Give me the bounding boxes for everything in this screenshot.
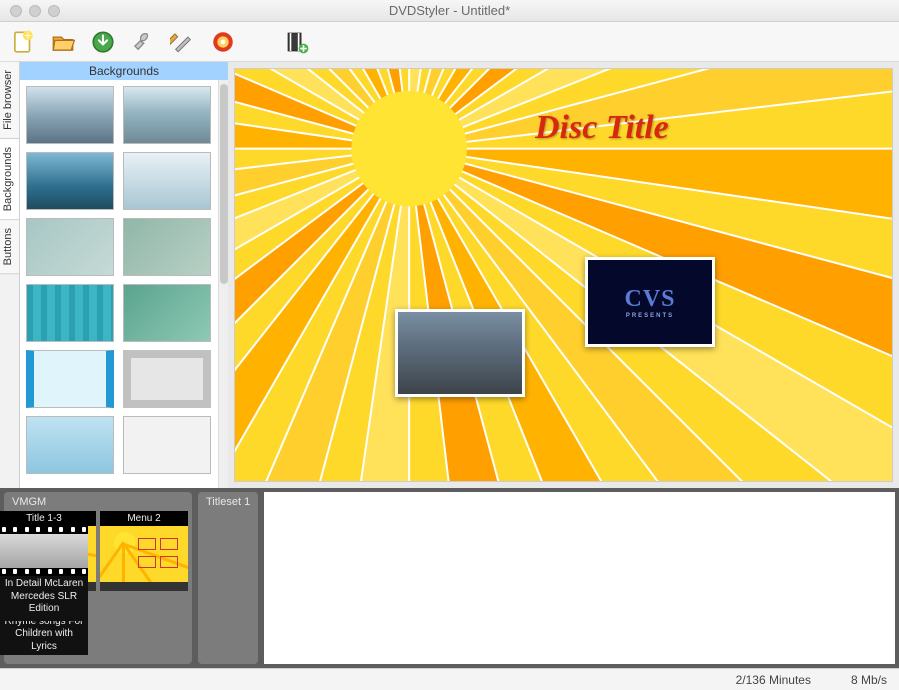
bg-thumb[interactable] [26, 152, 114, 210]
bg-thumb[interactable] [123, 152, 211, 210]
traffic-lights [0, 5, 60, 17]
window-title: DVDStyler - Untitled* [0, 3, 899, 18]
menu-thumb [8, 526, 96, 582]
main-area: File browser Backgrounds Buttons Backgro… [0, 62, 899, 488]
tab-buttons[interactable]: Buttons [0, 220, 19, 274]
status-minutes: 2/136 Minutes [736, 673, 811, 687]
status-bitrate: 8 Mb/s [851, 673, 887, 687]
scrollbar-thumb[interactable] [220, 84, 228, 284]
canvas-area: (function(){ var g=document.getElementBy… [228, 62, 899, 488]
tools-button[interactable] [168, 27, 198, 57]
timeline-dropzone[interactable] [264, 492, 895, 664]
bg-thumb[interactable] [123, 350, 211, 408]
bg-thumb[interactable] [26, 284, 114, 342]
bg-thumb[interactable] [123, 218, 211, 276]
bg-thumb[interactable] [123, 416, 211, 474]
bg-thumb[interactable] [26, 350, 114, 408]
vmgm-group: VMGM Menu 1 Menu 2 [4, 492, 192, 664]
bg-thumb[interactable] [26, 86, 114, 144]
vmgm-label: VMGM [8, 496, 188, 511]
menu-item-label: Menu 1 [8, 511, 96, 526]
menu-item-label: Menu 2 [100, 511, 188, 526]
backgrounds-panel: Backgrounds [20, 62, 228, 488]
backgrounds-header: Backgrounds [20, 62, 228, 80]
menu-canvas[interactable]: (function(){ var g=document.getElementBy… [234, 68, 893, 482]
backgrounds-grid [20, 80, 218, 488]
open-button[interactable] [48, 27, 78, 57]
bg-thumb[interactable] [26, 218, 114, 276]
new-button[interactable] [8, 27, 38, 57]
properties-button[interactable] [128, 27, 158, 57]
cvs-logo-text: CVS [624, 286, 675, 313]
burn-button[interactable] [208, 27, 238, 57]
disc-title-text[interactable]: Disc Title [535, 109, 669, 147]
menu-button-pic[interactable] [395, 309, 525, 397]
tab-file-browser[interactable]: File browser [0, 62, 19, 139]
tab-backgrounds[interactable]: Backgrounds [0, 139, 19, 220]
minimize-icon[interactable] [29, 5, 41, 17]
titlebar: DVDStyler - Untitled* [0, 0, 899, 22]
bg-thumb[interactable] [26, 416, 114, 474]
menu-button-cvs[interactable]: CVS PRESENTS [585, 257, 715, 347]
add-file-button[interactable] [282, 27, 312, 57]
zoom-icon[interactable] [48, 5, 60, 17]
titleset-label: Titleset 1 [202, 496, 254, 511]
status-bar: 2/136 Minutes 8 Mb/s [0, 668, 899, 690]
bg-thumb[interactable] [123, 86, 211, 144]
menu-item-1[interactable]: Menu 1 [8, 511, 96, 591]
close-icon[interactable] [10, 5, 22, 17]
menu-item-2[interactable]: Menu 2 [100, 511, 188, 591]
timeline: VMGM Menu 1 Menu 2 [0, 488, 899, 668]
side-tabs: File browser Backgrounds Buttons [0, 62, 20, 488]
menu-thumb [100, 526, 188, 582]
toolbar [0, 22, 899, 62]
save-button[interactable] [88, 27, 118, 57]
cvs-subtext: PRESENTS [626, 313, 674, 319]
titleset-group: Titleset 1 Title 1 4096*3072223 Title 1-… [198, 492, 258, 664]
bg-thumb[interactable] [123, 284, 211, 342]
backgrounds-scrollbar[interactable] [218, 80, 228, 488]
